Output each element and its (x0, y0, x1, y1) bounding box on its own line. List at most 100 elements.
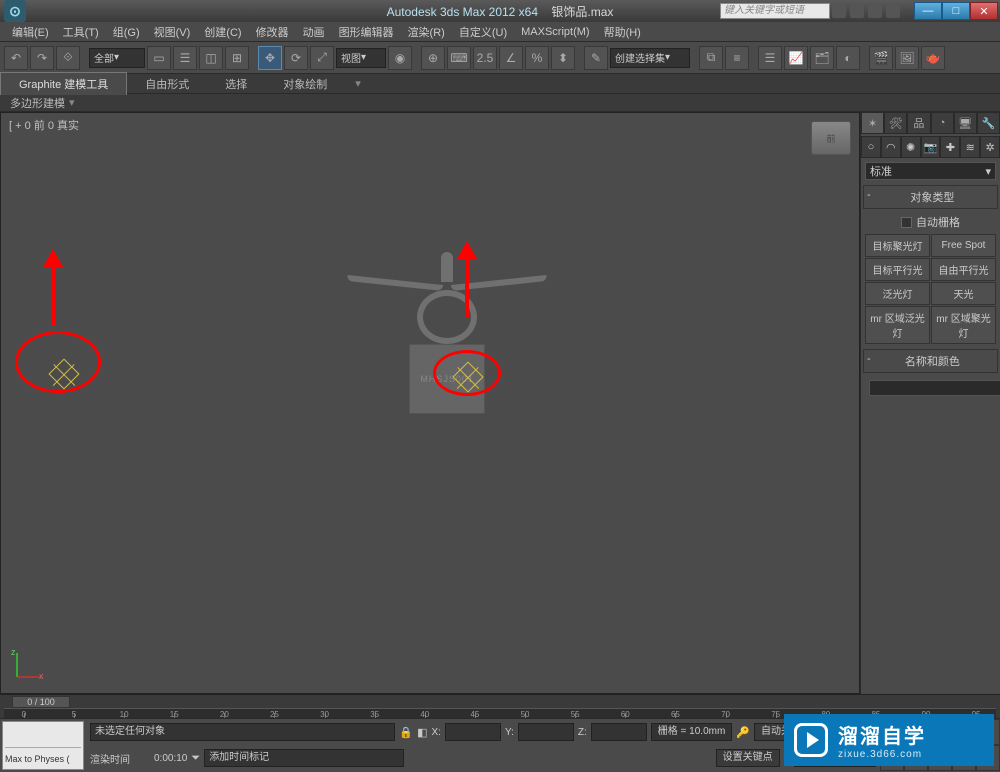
tab-display[interactable]: 🖥 (954, 112, 977, 134)
viewport-label[interactable]: [ + 0 前 0 真实 (9, 117, 79, 133)
favorites-icon[interactable] (868, 4, 882, 18)
lock-icon[interactable]: 🔒 (399, 726, 413, 739)
subtab-shapes[interactable]: ◠ (881, 136, 901, 158)
btn-mr-area-omni[interactable]: mr 区域泛光灯 (865, 306, 930, 344)
rollout-name-color[interactable]: -名称和颜色 (863, 349, 998, 373)
object-name-input[interactable] (869, 380, 1000, 396)
ribbon-panel-label[interactable]: 多边形建模 (10, 95, 65, 111)
ref-coord-combo[interactable]: 视图 ▾ (336, 48, 386, 68)
btn-skylight[interactable]: 天光 (931, 282, 996, 305)
subtab-systems[interactable]: ✲ (980, 136, 1000, 158)
ribbon-tab-selection[interactable]: 选择 (207, 73, 265, 95)
ribbon-tab-freeform[interactable]: 自由形式 (127, 73, 207, 95)
edit-selset-button[interactable]: ✎ (584, 46, 608, 70)
named-selset-combo[interactable]: 创建选择集 ▾ (610, 48, 690, 68)
material-editor-button[interactable]: ◐ (836, 46, 860, 70)
viewport[interactable]: [ + 0 前 0 真实 前 MHSJS001 x z (0, 112, 860, 694)
tab-modify[interactable]: 🛠 (884, 112, 907, 134)
btn-target-spot[interactable]: 目标聚光灯 (865, 234, 930, 257)
set-key-button[interactable]: 设置关键点 (716, 749, 780, 767)
select-button[interactable]: ▭ (147, 46, 171, 70)
maximize-button[interactable]: □ (942, 2, 970, 20)
subtab-geometry[interactable]: ○ (861, 136, 881, 158)
selection-filter-combo[interactable]: 全部 ▾ (89, 48, 145, 68)
coord-y[interactable] (518, 723, 574, 741)
render-frame-button[interactable]: 🖼 (895, 46, 919, 70)
coord-z[interactable] (591, 723, 647, 741)
subtab-spacewarps[interactable]: ≋ (960, 136, 980, 158)
tab-create[interactable]: ✶ (861, 112, 884, 134)
autogrid-checkbox[interactable]: 自动栅格 (865, 212, 996, 232)
render-setup-button[interactable]: 🎬 (869, 46, 893, 70)
window-crossing-button[interactable]: ⊞ (225, 46, 249, 70)
ribbon-panel-dropdown-icon[interactable]: ▾ (69, 96, 75, 109)
btn-omni[interactable]: 泛光灯 (865, 282, 930, 305)
time-slider[interactable]: 0 / 100 (12, 696, 70, 708)
pivot-button[interactable]: ◉ (388, 46, 412, 70)
spinner-snap-button[interactable]: ⬍ (551, 46, 575, 70)
add-time-tag[interactable]: 添加时间标记 (204, 749, 404, 767)
tab-hierarchy[interactable]: 品 (907, 112, 930, 134)
rollout-object-type[interactable]: -对象类型 (863, 185, 998, 209)
ribbon-tab-paint[interactable]: 对象绘制 (265, 73, 345, 95)
key-mode-icon[interactable]: 🔑 (736, 726, 750, 739)
btn-free-spot[interactable]: Free Spot (931, 234, 996, 257)
keyboard-shortcut-button[interactable]: ⌨ (447, 46, 471, 70)
subtab-cameras[interactable]: 📷 (921, 136, 941, 158)
btn-free-direct[interactable]: 自由平行光 (931, 258, 996, 281)
menu-group[interactable]: 组(G) (107, 22, 146, 42)
coord-x[interactable] (445, 723, 501, 741)
maxscript-listener[interactable]: Max to Physes ( (2, 721, 84, 770)
align-button[interactable]: ≡ (725, 46, 749, 70)
move-button[interactable]: ✥ (258, 46, 282, 70)
angle-snap-button[interactable]: ∠ (499, 46, 523, 70)
ribbon-tab-graphite[interactable]: Graphite 建模工具 (0, 72, 127, 95)
create-category-combo[interactable]: 标准▾ (865, 162, 996, 180)
curve-editor-button[interactable]: 📈 (784, 46, 808, 70)
window-title: Autodesk 3ds Max 2012 x64 银饰品.max (387, 3, 614, 20)
undo-button[interactable]: ↶ (4, 46, 28, 70)
sign-in-icon[interactable] (832, 4, 846, 18)
menu-views[interactable]: 视图(V) (148, 22, 197, 42)
rect-select-button[interactable]: ◫ (199, 46, 223, 70)
rotate-button[interactable]: ⟳ (284, 46, 308, 70)
close-button[interactable]: ✕ (970, 2, 998, 20)
subtab-lights[interactable]: ✺ (901, 136, 921, 158)
menu-tools[interactable]: 工具(T) (57, 22, 105, 42)
ribbon-collapse-icon[interactable]: ▾ (355, 77, 361, 90)
redo-button[interactable]: ↷ (30, 46, 54, 70)
snap-2d-button[interactable]: 2.5 (473, 46, 497, 70)
menu-animation[interactable]: 动画 (297, 22, 331, 42)
menu-edit[interactable]: 编辑(E) (6, 22, 55, 42)
menu-help[interactable]: 帮助(H) (598, 22, 647, 42)
help-search-input[interactable]: 键入关键字或短语 (720, 3, 830, 19)
render-button[interactable]: 🫖 (921, 46, 945, 70)
link-button[interactable]: ⟐ (56, 46, 80, 70)
isolate-icon[interactable]: ◧ (417, 726, 427, 739)
app-logo-icon[interactable]: ⊙ (4, 0, 26, 22)
time-tag-icon[interactable]: ⏷ (191, 752, 200, 765)
tab-utilities[interactable]: 🔧 (977, 112, 1000, 134)
menu-customize[interactable]: 自定义(U) (453, 22, 513, 42)
menu-render[interactable]: 渲染(R) (402, 22, 451, 42)
menu-graph[interactable]: 图形编辑器 (333, 22, 400, 42)
btn-mr-area-spot[interactable]: mr 区域聚光灯 (931, 306, 996, 344)
select-name-button[interactable]: ☰ (173, 46, 197, 70)
exchange-icon[interactable] (850, 4, 864, 18)
layers-button[interactable]: ☰ (758, 46, 782, 70)
viewcube[interactable]: 前 (811, 121, 851, 155)
scale-button[interactable]: ⤢ (310, 46, 334, 70)
menu-modifiers[interactable]: 修改器 (250, 22, 295, 42)
btn-target-direct[interactable]: 目标平行光 (865, 258, 930, 281)
percent-snap-button[interactable]: % (525, 46, 549, 70)
tab-motion[interactable]: ◔ (931, 112, 954, 134)
manipulate-button[interactable]: ⊕ (421, 46, 445, 70)
menu-maxscript[interactable]: MAXScript(M) (515, 24, 595, 40)
subtab-helpers[interactable]: ✚ (940, 136, 960, 158)
schematic-button[interactable]: 🗂 (810, 46, 834, 70)
help-icon[interactable] (886, 4, 900, 18)
menu-create[interactable]: 创建(C) (198, 22, 247, 42)
mirror-button[interactable]: ⧉ (699, 46, 723, 70)
minimize-button[interactable]: — (914, 2, 942, 20)
watermark-play-icon (794, 723, 828, 757)
